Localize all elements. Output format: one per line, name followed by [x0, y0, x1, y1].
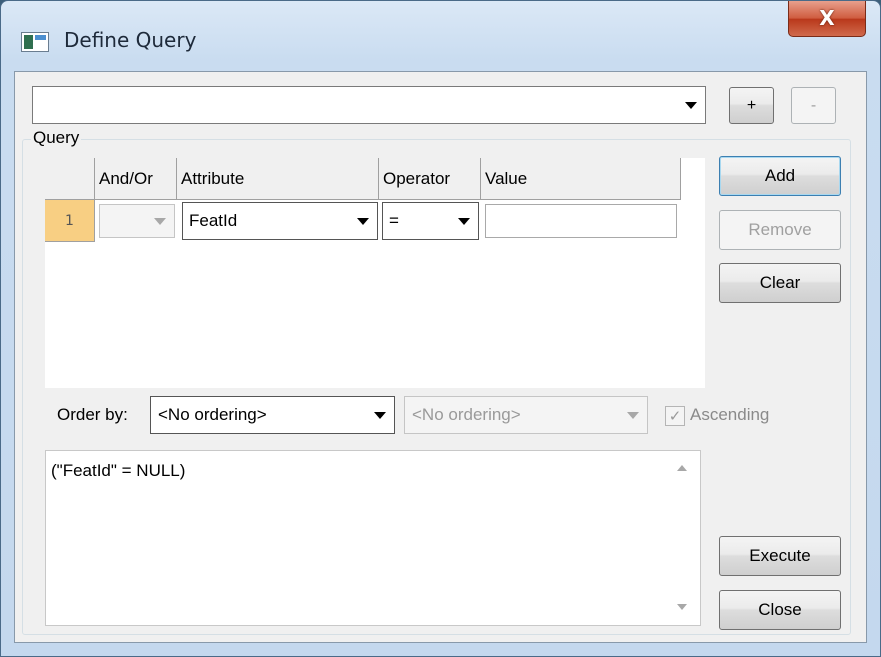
row-header-corner — [45, 158, 95, 200]
app-icon — [21, 32, 49, 52]
ascending-label: Ascending — [690, 405, 770, 424]
chevron-down-icon — [374, 412, 386, 419]
scroll-down-icon[interactable] — [677, 604, 687, 610]
secondary-order-select[interactable]: <No ordering> — [404, 396, 648, 434]
add-query-button[interactable]: + — [729, 87, 774, 124]
attribute-select[interactable]: FeatId — [182, 202, 378, 240]
chevron-down-icon — [627, 412, 639, 419]
chevron-down-icon — [685, 102, 697, 109]
title-bar[interactable]: Define Query X — [1, 1, 880, 71]
query-grid: And/Or Attribute Operator Value 1 FeatId… — [45, 158, 705, 388]
operator-value: = — [389, 211, 399, 230]
query-select[interactable] — [32, 86, 706, 124]
query-group-label: Query — [31, 128, 82, 148]
value-input[interactable] — [485, 204, 677, 238]
clear-button[interactable]: Clear — [719, 263, 841, 303]
and-or-select[interactable] — [99, 204, 175, 238]
chevron-down-icon — [458, 218, 470, 225]
add-condition-button[interactable]: Add — [719, 156, 841, 196]
scroll-up-icon[interactable] — [677, 465, 687, 471]
remove-condition-button[interactable]: Remove — [719, 210, 841, 250]
define-query-dialog: Define Query X + - Query And/Or Attribut… — [0, 0, 881, 657]
operator-select[interactable]: = — [382, 202, 479, 240]
expression-text: ("FeatId" = NULL) — [51, 461, 186, 480]
order-by-label: Order by: — [57, 405, 128, 424]
execute-button[interactable]: Execute — [719, 536, 841, 576]
close-window-button[interactable]: X — [788, 1, 866, 37]
secondary-order-value: <No ordering> — [412, 405, 521, 424]
chevron-down-icon — [357, 218, 369, 225]
column-header-value[interactable]: Value — [481, 158, 681, 200]
expression-textarea[interactable]: ("FeatId" = NULL) — [45, 450, 701, 626]
column-header-attribute[interactable]: Attribute — [177, 158, 379, 200]
column-header-operator[interactable]: Operator — [379, 158, 481, 200]
attribute-value: FeatId — [189, 211, 238, 230]
ascending-checkbox[interactable]: ✓ — [665, 406, 685, 426]
window-title: Define Query — [64, 28, 197, 52]
close-button[interactable]: Close — [719, 590, 841, 630]
chevron-down-icon — [154, 218, 166, 225]
order-by-value: <No ordering> — [158, 405, 267, 424]
row-number[interactable]: 1 — [45, 200, 95, 242]
order-by-select[interactable]: <No ordering> — [150, 396, 395, 434]
remove-query-button[interactable]: - — [791, 87, 836, 124]
column-header-and-or[interactable]: And/Or — [95, 158, 177, 200]
